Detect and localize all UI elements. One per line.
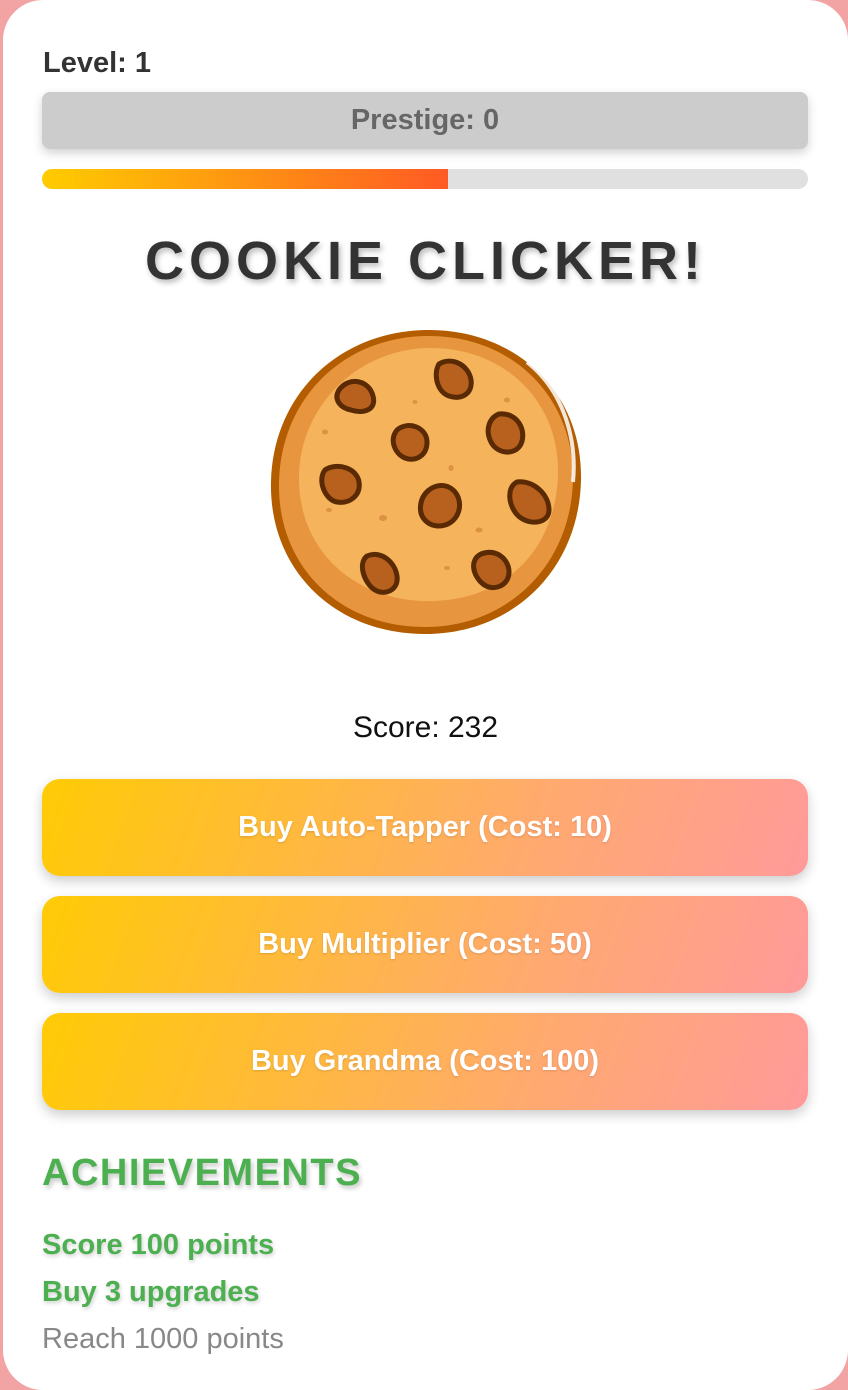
buy-auto-tapper-button[interactable]: Buy Auto-Tapper (Cost: 10): [42, 779, 808, 876]
achievements-heading: ACHIEVEMENTS: [42, 1152, 362, 1194]
level-progress-bar: [42, 169, 808, 189]
level-label: Level: 1: [43, 47, 151, 79]
prestige-button[interactable]: Prestige: 0: [42, 92, 808, 149]
achievement-item: Score 100 points: [42, 1229, 275, 1261]
level-progress-fill: [42, 169, 448, 189]
score-display: Score: 232: [352, 711, 499, 744]
page-title: COOKIE CLICKER!: [145, 231, 706, 291]
achievement-item: Buy 3 upgrades: [42, 1276, 260, 1308]
cookie-icon[interactable]: [265, 322, 585, 642]
game-card: Level: 1 Prestige: 0 COOKIE CLICKER! Sco…: [3, 0, 848, 1390]
buy-multiplier-button[interactable]: Buy Multiplier (Cost: 50): [42, 896, 808, 993]
buy-grandma-button[interactable]: Buy Grandma (Cost: 100): [42, 1013, 808, 1110]
achievement-item: Reach 1000 points: [42, 1323, 284, 1355]
